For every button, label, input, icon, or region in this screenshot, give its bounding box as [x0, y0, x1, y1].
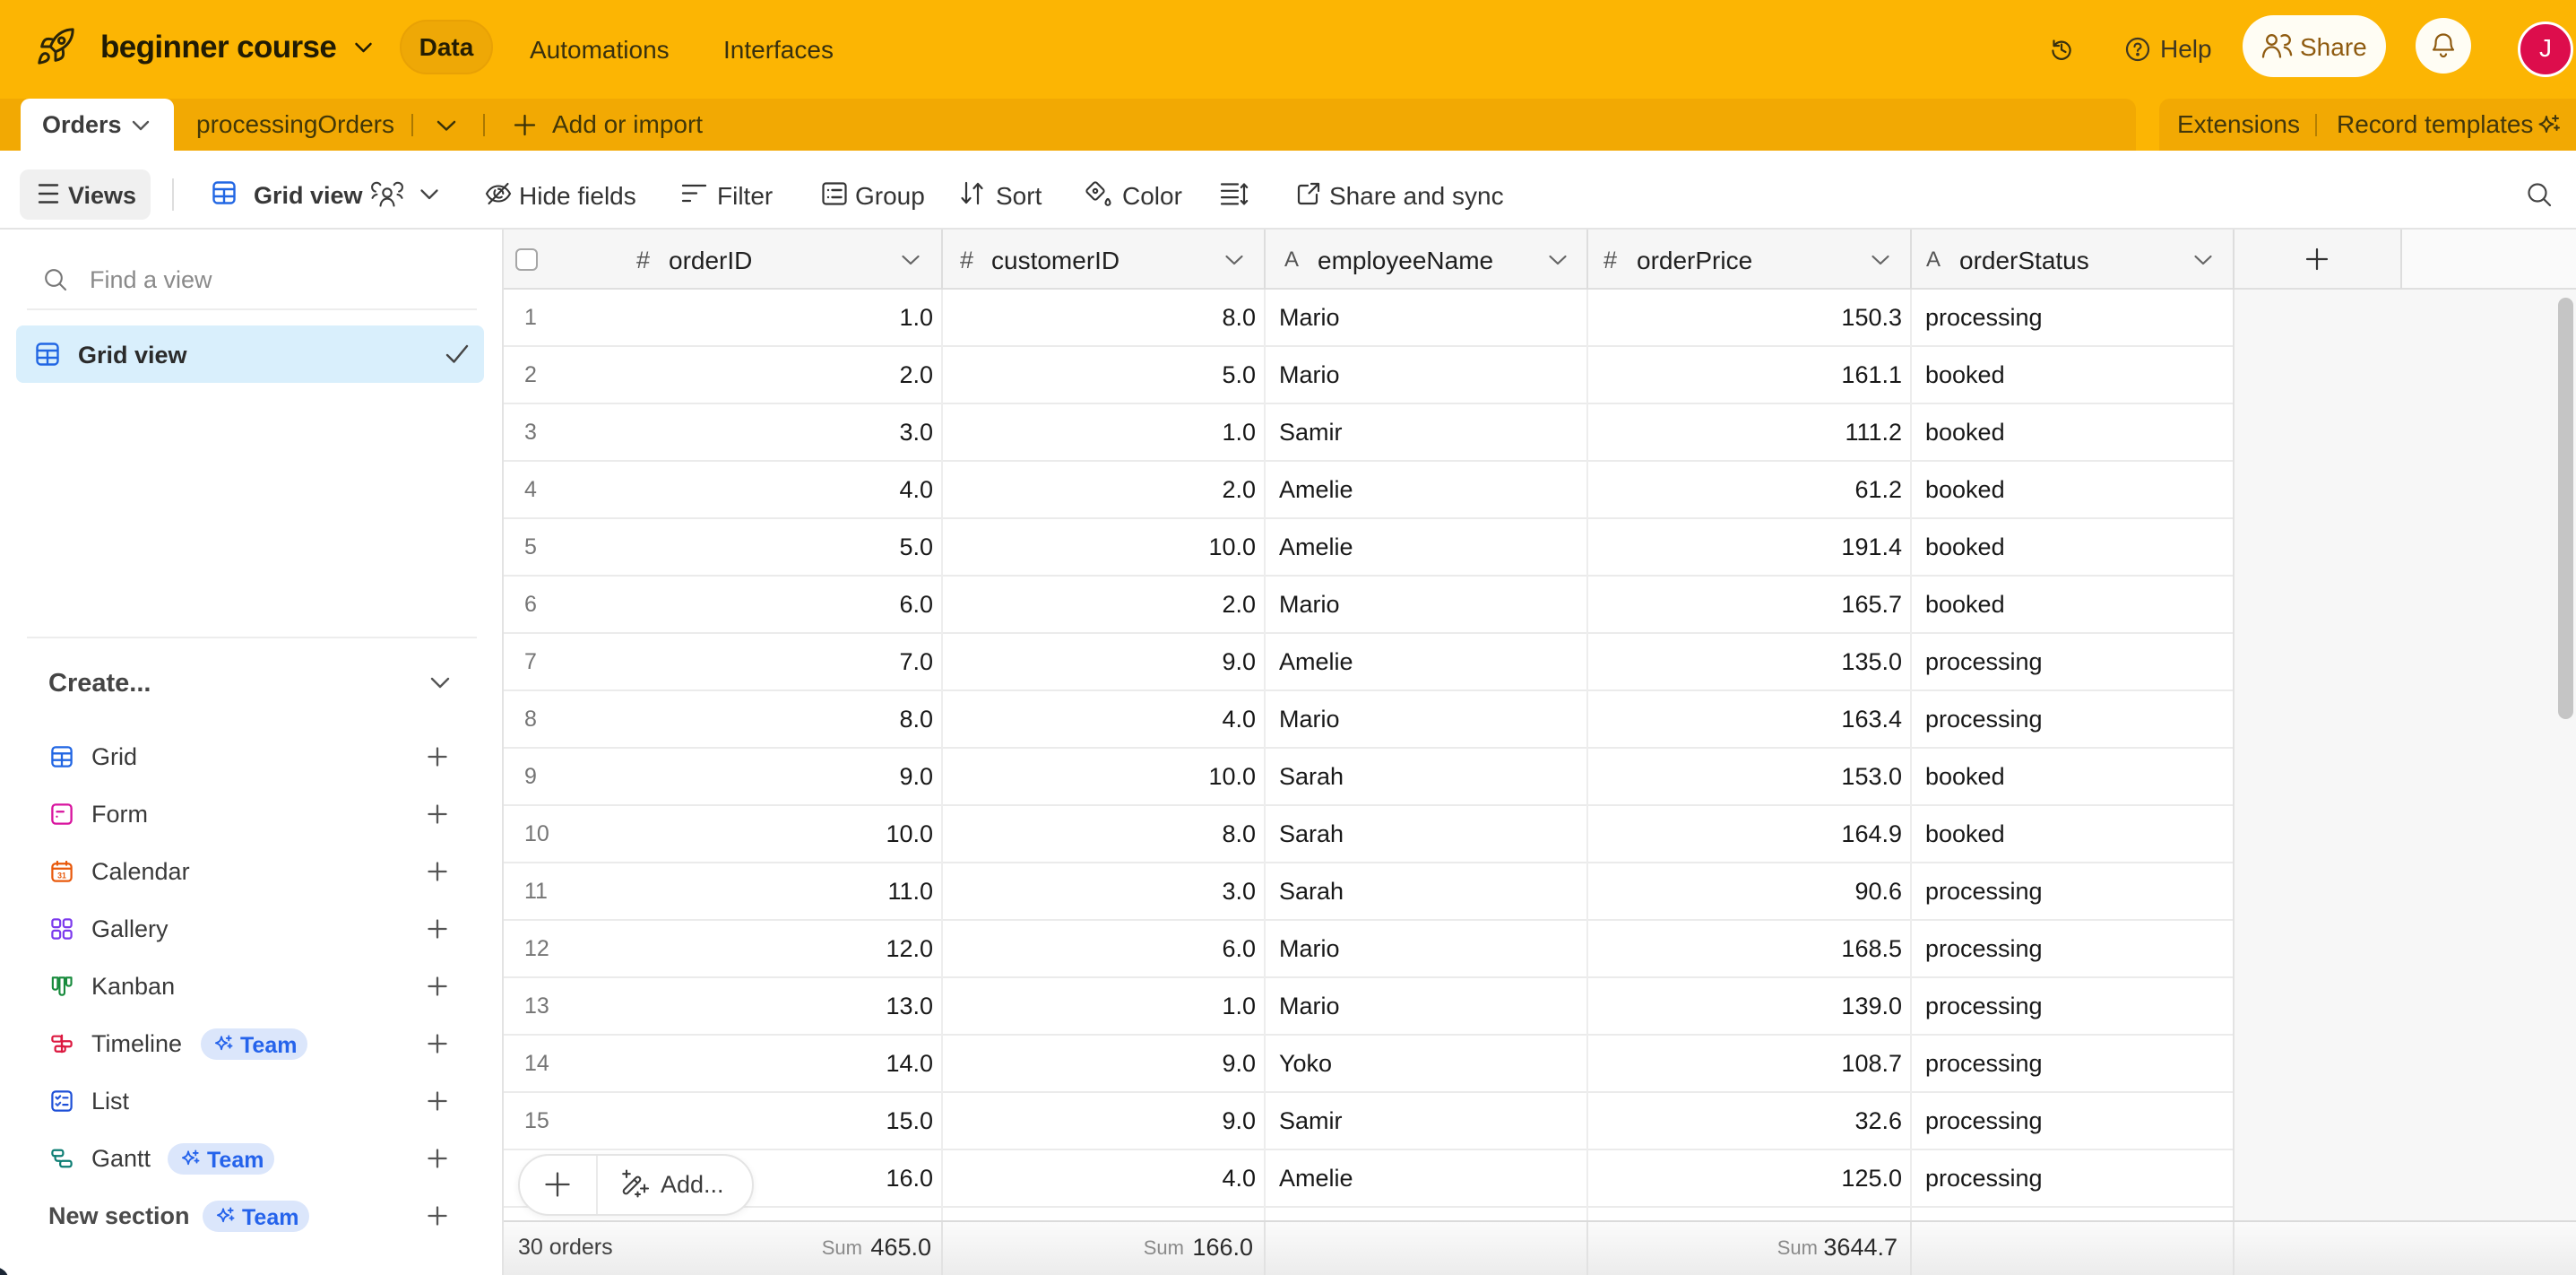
svg-text:31: 31	[57, 871, 66, 880]
